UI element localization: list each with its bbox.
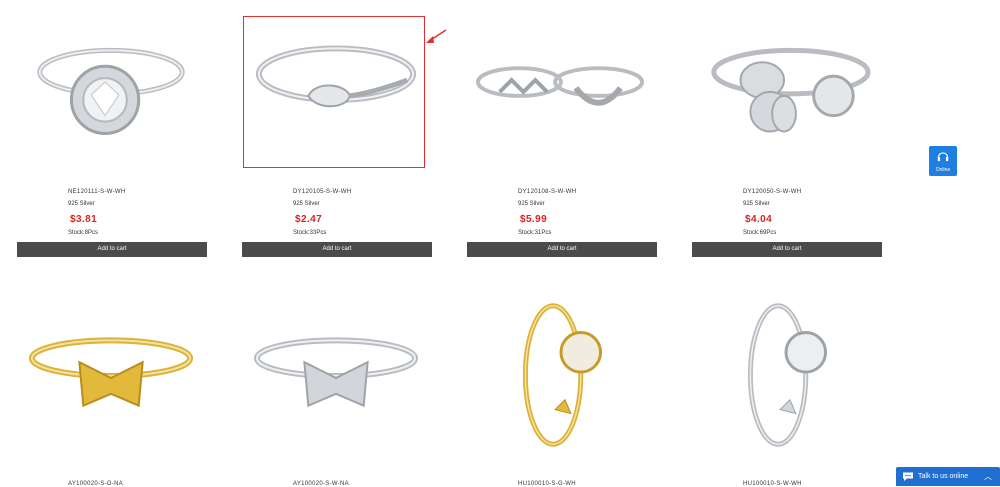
product-image[interactable] (15, 0, 207, 170)
arrow-icon (426, 29, 447, 43)
product-sku: HU100010-S-W-WH (743, 481, 802, 487)
product-material: 925 Silver (293, 201, 320, 207)
add-to-cart-button[interactable]: Add to cart (242, 242, 432, 257)
product-sku: DY120050-S-W-WH (743, 189, 802, 195)
butterfly-ring-image (711, 47, 871, 133)
product-image[interactable] (465, 280, 657, 470)
product-image[interactable] (690, 0, 882, 170)
online-support-widget[interactable]: Online (929, 146, 957, 176)
gold-flower-ring-image (522, 303, 603, 447)
product-material: 925 Silver (743, 201, 770, 207)
product-material: 925 Silver (68, 201, 95, 207)
add-to-cart-button[interactable]: Add to cart (692, 242, 882, 257)
product-image[interactable] (15, 280, 207, 470)
chat-bar[interactable]: Talk to us online ︿ (896, 467, 1000, 486)
product-sku: AY100020-S-G-NA (68, 481, 124, 487)
product-sku: AY100020-S-W-NA (293, 481, 349, 487)
product-image[interactable] (690, 280, 882, 470)
chat-bubble-icon (903, 472, 913, 481)
product-price: $3.81 (70, 214, 98, 225)
silver-flower-ring-image (747, 303, 828, 447)
chat-label: Talk to us online (918, 473, 969, 480)
product-price: $5.99 (520, 214, 548, 225)
product-stock: Stock:31Pcs (518, 230, 552, 236)
gold-bow-ring-image (28, 337, 194, 408)
chevron-up-icon[interactable]: ︿ (984, 467, 992, 486)
headset-icon (937, 152, 949, 162)
add-to-cart-button[interactable]: Add to cart (17, 242, 207, 257)
product-stock: Stock:69Pcs (743, 230, 777, 236)
product-stock: Stock:8Pcs (68, 230, 99, 236)
product-sku: NE120111-S-W-WH (68, 189, 126, 195)
product-sku: HU100010-S-G-WH (518, 481, 576, 487)
online-label: Online (935, 167, 951, 173)
product-grid: NE120111-S-W-WH 925 Silver $3.81 Stock:8… (0, 0, 1000, 487)
product-sku: DY120105-S-W-WH (293, 189, 352, 195)
product-image[interactable] (465, 0, 657, 170)
silver-bow-ring-image (253, 337, 419, 408)
selection-highlight (243, 16, 425, 168)
product-material: 925 Silver (518, 201, 545, 207)
stacking-rings-image (475, 66, 645, 106)
halo-ring-image (37, 47, 185, 135)
add-to-cart-button[interactable]: Add to cart (467, 242, 657, 257)
product-stock: Stock:33Pcs (293, 230, 327, 236)
product-price: $4.04 (745, 214, 773, 225)
product-sku: DY120108-S-W-WH (518, 189, 577, 195)
product-price: $2.47 (295, 214, 323, 225)
product-image[interactable] (240, 280, 432, 470)
